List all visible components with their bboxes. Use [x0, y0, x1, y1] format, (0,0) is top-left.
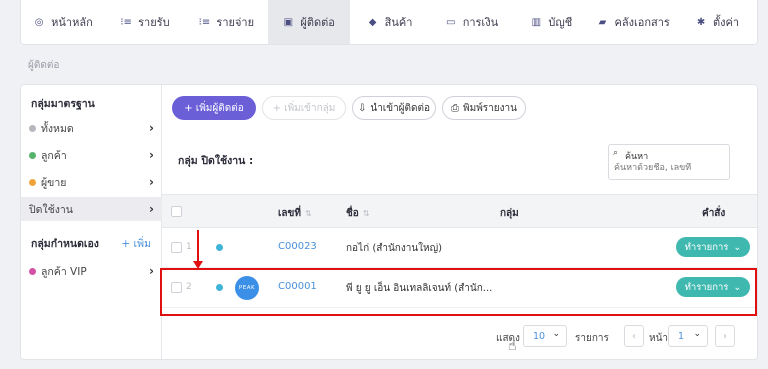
folder-icon: ▰ — [598, 16, 607, 28]
nav-settings[interactable]: ✱ ตั้งค่า — [677, 0, 757, 44]
chevron-right-icon: › — [149, 148, 154, 162]
sidebar-item-disabled[interactable]: ปิดใช้งาน › — [21, 197, 162, 221]
ledger-icon: ▥ — [531, 16, 542, 28]
row-action-label: ทำรายการ — [684, 241, 729, 253]
column-name-label: ชื่อ — [346, 208, 359, 219]
contact-name[interactable]: กอไก่ (สำนักงานใหญ่) — [346, 241, 442, 256]
sidebar-item-label: ผู้ขาย — [41, 176, 67, 189]
table-row[interactable]: 1 C00023 กอไก่ (สำนักงานใหญ่) ทำรายการ ⌄ — [162, 228, 757, 268]
nav-products[interactable]: ◆ สินค้า — [350, 0, 430, 44]
nav-documents[interactable]: ▰ คลังเอกสาร — [589, 0, 677, 44]
search-label: ค้นหา — [625, 152, 649, 162]
table-header: เลขที่ ⇅ ชื่อ ⇅ กลุ่ม คำสั่ง — [162, 194, 757, 228]
sidebar-item-vendors[interactable]: ผู้ขาย › — [21, 170, 162, 194]
hand-cursor-icon: ☝ — [508, 338, 517, 354]
page-size-select[interactable]: 10 ⌄ — [523, 325, 567, 347]
search-box[interactable]: ⌕ ค้นหา — [608, 144, 730, 180]
column-name[interactable]: ชื่อ ⇅ — [346, 206, 370, 221]
custom-groups-heading: กลุ่มกำหนดเอง — [31, 238, 99, 250]
row-index: 1 — [186, 242, 192, 252]
contacts-content: + เพิ่มผู้ติดต่อ + เพิ่มเข้ากลุ่ม ⇩ นำเข… — [162, 85, 757, 359]
items-label: รายการ — [575, 333, 609, 344]
nav-home[interactable]: ◎ หน้าหลัก — [21, 0, 105, 44]
contact-code-link[interactable]: C00023 — [278, 241, 317, 252]
home-icon: ◎ — [34, 16, 44, 28]
nav-income[interactable]: ⁝≡ รายรับ — [105, 0, 185, 44]
nav-label: ผู้ติดต่อ — [300, 16, 335, 29]
group-sidebar: กลุ่มมาตรฐาน ทั้งหมด › ลูกค้า › ผู้ขาย ›… — [21, 85, 162, 359]
nav-label: บัญชี — [548, 16, 573, 29]
sidebar-item-label: ลูกค้า VIP — [41, 265, 87, 278]
sidebar-item-vip[interactable]: ลูกค้า VIP › — [21, 259, 162, 283]
import-label: นำเข้าผู้ติดต่อ — [370, 102, 431, 114]
column-number[interactable]: เลขที่ ⇅ — [278, 206, 312, 221]
column-number-label: เลขที่ — [278, 208, 301, 219]
page-size-value: 10 — [533, 330, 546, 342]
row-checkbox[interactable] — [171, 242, 182, 253]
chevron-down-icon: ⌄ — [733, 241, 742, 253]
nav-label: สินค้า — [384, 16, 413, 29]
import-contacts-button[interactable]: ⇩ นำเข้าผู้ติดต่อ — [352, 96, 436, 120]
page-select[interactable]: 1 ⌄ — [668, 325, 708, 347]
status-dot — [216, 244, 223, 251]
product-box-icon: ◆ — [368, 16, 377, 28]
group-title: กลุ่ม ปิดใช้งาน : — [178, 155, 254, 167]
page-label: หน้า — [649, 333, 669, 344]
annotation-arrow — [197, 230, 199, 264]
sidebar-item-customers[interactable]: ลูกค้า › — [21, 143, 162, 167]
expense-icon: ⁝≡ — [198, 16, 211, 28]
chevron-right-icon: › — [149, 202, 154, 216]
print-label: พิมพ์รายงาน — [463, 102, 517, 114]
top-nav: ◎ หน้าหลัก ⁝≡ รายรับ ⁝≡ รายจ่าย ▣ ผู้ติด… — [20, 0, 758, 45]
money-icon: ▭ — [445, 16, 456, 28]
nav-contacts[interactable]: ▣ ผู้ติดต่อ — [267, 0, 350, 44]
annotation-highlight-box — [160, 268, 757, 316]
sort-icon: ⇅ — [304, 209, 312, 218]
row-action-button[interactable]: ทำรายการ ⌄ — [676, 237, 750, 257]
nav-expense[interactable]: ⁝≡ รายจ่าย — [185, 0, 268, 44]
nav-accounting[interactable]: ▥ บัญชี — [513, 0, 589, 44]
next-page-button[interactable]: › — [715, 325, 735, 347]
select-all-checkbox[interactable] — [171, 206, 182, 217]
add-group-link[interactable]: + เพิ่ม — [121, 235, 151, 252]
search-icon: ⌕ — [613, 148, 619, 158]
add-contact-button[interactable]: + เพิ่มผู้ติดต่อ — [172, 96, 256, 120]
breadcrumb: ผู้ติดต่อ — [28, 60, 60, 71]
printer-icon: ⎙ — [451, 102, 460, 114]
group-color-dot — [29, 124, 36, 132]
sidebar-item-label: ทั้งหมด — [41, 122, 74, 135]
print-report-button[interactable]: ⎙ พิมพ์รายงาน — [442, 96, 526, 120]
nav-label: คลังเอกสาร — [614, 16, 670, 29]
group-color-dot — [29, 267, 36, 275]
group-color-dot — [29, 178, 36, 186]
income-icon: ⁝≡ — [120, 16, 132, 28]
group-color-dot — [29, 151, 36, 159]
chevron-right-icon: › — [149, 121, 154, 135]
chevron-right-icon: › — [149, 175, 154, 189]
sort-icon: ⇅ — [362, 209, 370, 218]
import-icon: ⇩ — [357, 102, 367, 114]
nav-label: รายจ่าย — [216, 16, 255, 29]
contacts-panel: กลุ่มมาตรฐาน ทั้งหมด › ลูกค้า › ผู้ขาย ›… — [20, 84, 758, 360]
search-input[interactable] — [614, 163, 724, 173]
standard-groups-heading: กลุ่มมาตรฐาน — [31, 98, 95, 110]
gear-icon: ✱ — [696, 16, 706, 28]
chevron-down-icon: ⌄ — [552, 329, 560, 339]
prev-page-button[interactable]: ‹ — [624, 325, 644, 347]
chevron-down-icon: ⌄ — [693, 329, 701, 339]
nav-finance[interactable]: ▭ การเงิน — [429, 0, 513, 44]
column-group: กลุ่ม — [500, 208, 519, 219]
column-command: คำสั่ง — [702, 208, 726, 219]
contacts-icon: ▣ — [283, 16, 294, 28]
sidebar-item-label: ลูกค้า — [41, 149, 67, 162]
nav-label: การเงิน — [462, 16, 499, 29]
sidebar-item-label: ปิดใช้งาน — [29, 203, 73, 216]
sidebar-item-all[interactable]: ทั้งหมด › — [21, 116, 162, 140]
nav-label: หน้าหลัก — [51, 16, 93, 29]
chevron-right-icon: › — [149, 264, 154, 278]
nav-label: ตั้งค่า — [713, 16, 740, 29]
add-to-group-button[interactable]: + เพิ่มเข้ากลุ่ม — [262, 96, 346, 120]
current-page-value: 1 — [678, 330, 685, 342]
nav-label: รายรับ — [138, 16, 170, 29]
